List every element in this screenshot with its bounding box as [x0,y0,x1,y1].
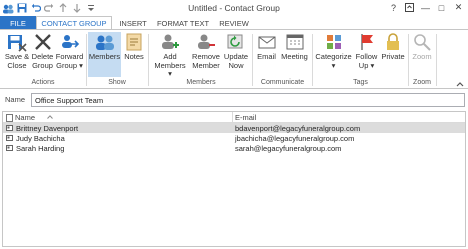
flag-icon [360,34,373,50]
column-header-name[interactable]: Name [15,113,35,122]
tab-format-text[interactable]: FORMAT TEXT [154,16,212,30]
calendar-icon [286,34,303,50]
remove-member-button[interactable]: Remove Member [190,32,222,70]
add-member-icon [162,34,179,49]
ribbon-tabs: FILE CONTACT GROUP INSERT FORMAT TEXT RE… [0,16,468,30]
maximize-button[interactable]: □ [434,1,449,14]
member-name: Brittney Davenport [16,124,79,133]
tab-contact-group[interactable]: CONTACT GROUP [36,16,112,30]
help-button[interactable]: ? [386,1,401,14]
email-button[interactable]: Email [255,32,278,62]
email-icon [258,36,275,49]
sort-ascending-icon [47,115,53,119]
magnifier-icon [414,34,431,51]
notes-view-button[interactable]: Notes [122,32,146,62]
column-divider[interactable] [232,112,233,123]
update-icon [227,34,243,49]
member-email: sarah@legacyfuneralgroup.com [235,144,342,153]
close-button[interactable]: ✕ [451,1,466,14]
group-name-input[interactable]: Office Support Team [31,93,465,107]
remove-member-icon [198,34,215,49]
notes-icon [126,33,142,51]
members-icon [95,35,114,50]
tab-insert[interactable]: INSERT [114,16,152,30]
member-name: Judy Bachicha [16,134,65,143]
member-email: bdavenport@legacyfuneralgroup.com [235,124,361,133]
categorize-button[interactable]: Categorize ▾ [314,32,353,70]
group-separator [312,34,313,86]
zoom-button[interactable]: Zoom [410,32,434,62]
group-label-actions: Actions [31,79,55,86]
group-separator [408,34,409,86]
forward-icon [61,35,79,48]
table-header: Name E-mail [3,112,465,123]
follow-up-button[interactable]: Follow Up ▾ [354,32,379,70]
members-view-button[interactable]: Members [88,32,121,77]
group-separator [436,34,437,86]
table-row[interactable]: Sarah Harding sarah@legacyfuneralgroup.c… [3,143,465,153]
group-separator [86,34,87,86]
collapse-ribbon-icon[interactable] [456,81,464,89]
delete-icon [34,34,51,50]
delete-group-button[interactable]: Delete Group [31,32,54,70]
save-close-button[interactable]: Save & Close [2,32,32,70]
group-label-zoom: Zoom [413,79,431,86]
title-bar: Untitled - Contact Group ? — □ ✕ [0,0,468,16]
lock-icon [387,33,399,50]
contact-card-icon [6,135,13,141]
name-label: Name [5,95,26,104]
group-label-show: Show [108,79,126,86]
document-icon [6,114,13,122]
meeting-button[interactable]: Meeting [279,32,310,62]
table-row[interactable]: Brittney Davenport bdavenport@legacyfune… [3,123,465,133]
group-label-tags: Tags [353,79,368,86]
ribbon: Save & Close Delete Group Forward Group … [0,29,468,89]
tab-file[interactable]: FILE [0,16,36,30]
forward-group-button[interactable]: Forward Group ▾ [55,32,84,70]
tab-review[interactable]: REVIEW [214,16,254,30]
contact-card-icon [6,125,13,131]
categorize-icon [326,35,341,49]
members-table: Name E-mail Brittney Davenport bdavenpor… [2,111,466,247]
column-header-email[interactable]: E-mail [235,113,256,122]
group-separator [148,34,149,86]
save-close-icon [8,35,27,52]
group-label-communicate: Communicate [260,79,305,86]
member-email: jbachicha@legacyfuneralgroup.com [235,134,355,143]
member-name: Sarah Harding [16,144,65,153]
private-button[interactable]: Private [380,32,406,62]
group-label-members: Members [186,79,216,86]
minimize-button[interactable]: — [418,1,433,14]
add-members-button[interactable]: Add Members ▾ [152,32,188,79]
contact-card-icon [6,145,13,151]
table-row[interactable]: Judy Bachicha jbachicha@legacyfuneralgro… [3,133,465,143]
update-now-button[interactable]: Update Now [223,32,249,70]
ribbon-display-button[interactable] [402,1,417,14]
